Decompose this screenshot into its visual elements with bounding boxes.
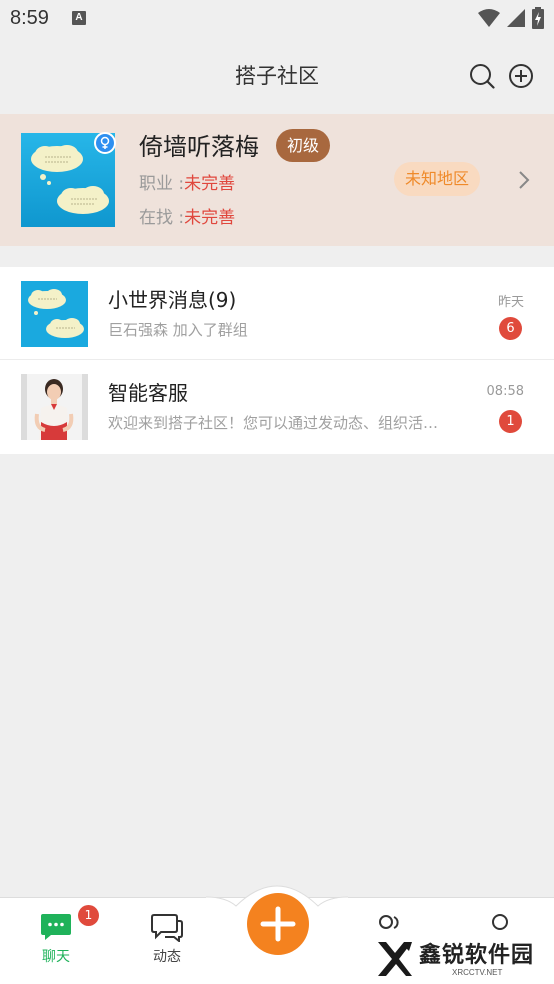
nav-chat-badge: 1 <box>78 905 99 926</box>
seek-line: 在找 :未完善 <box>139 203 235 228</box>
watermark-logo <box>378 942 412 976</box>
service-agent-avatar <box>21 374 88 440</box>
nav-moments-label: 动态 <box>153 949 181 965</box>
watermark-sub: XRCCTV.NET <box>452 968 503 977</box>
wifi-icon <box>478 9 500 27</box>
profile-card[interactable]: 倚墙听落梅 初级 职业 :未完善 在找 :未完善 未知地区 <box>0 114 554 246</box>
nav-moments[interactable]: 动态 <box>137 912 197 966</box>
nav-chat[interactable]: 聊天 <box>26 912 86 966</box>
level-badge: 初级 <box>276 129 331 162</box>
status-bar: 8:59 A <box>0 0 554 38</box>
search-icon[interactable] <box>469 63 495 89</box>
chat-time: 08:58 <box>486 384 524 399</box>
fab-add-button[interactable] <box>247 893 309 955</box>
profile-name: 倚墙听落梅 <box>139 133 259 161</box>
unread-badge: 6 <box>499 317 522 340</box>
chat-title: 智能客服 <box>108 381 188 405</box>
unread-badge: 1 <box>499 410 522 433</box>
job-line: 职业 :未完善 <box>139 169 235 194</box>
chat-title: 小世界消息(9) <box>108 288 237 312</box>
plus-icon <box>260 906 296 942</box>
status-icons <box>478 7 544 29</box>
nav-chat-label: 聊天 <box>42 949 70 965</box>
chat-bubble-icon <box>41 914 71 940</box>
chat-time: 昨天 <box>497 295 524 310</box>
watermark: 鑫锐软件园 XRCCTV.NET <box>353 933 554 984</box>
chat-row-world-messages[interactable]: 小世界消息(9) 巨石强森 加入了群组 昨天 6 <box>0 267 554 360</box>
seek-value: 未完善 <box>184 208 236 228</box>
battery-icon <box>532 7 544 29</box>
chat-preview: 欢迎来到搭子社区！您可以通过发动态、组织活动、加入群组来结识新朋友 <box>108 414 448 432</box>
watermark-text: 鑫锐软件园 <box>419 943 535 968</box>
speech-clouds-avatar <box>21 281 88 347</box>
job-value: 未完善 <box>184 174 236 194</box>
title-bar: 搭子社区 <box>0 38 554 114</box>
plus-circle-icon[interactable] <box>508 63 534 89</box>
chat-preview: 巨石强森 加入了群组 <box>108 321 248 339</box>
chat-row-customer-service[interactable]: 智能客服 欢迎来到搭子社区！您可以通过发动态、组织活动、加入群组来结识新朋友 0… <box>0 360 554 453</box>
chevron-right-icon[interactable] <box>516 169 532 191</box>
female-icon <box>94 132 116 154</box>
seek-label: 在找 : <box>139 208 185 228</box>
signal-icon <box>507 9 525 27</box>
status-time: 8:59 <box>10 7 49 29</box>
notification-icon: A <box>72 11 86 25</box>
region-badge: 未知地区 <box>394 162 481 196</box>
moments-icon <box>151 914 183 942</box>
chat-list: 小世界消息(9) 巨石强森 加入了群组 昨天 6 智能客服 欢迎来到搭子社区！您… <box>0 267 554 454</box>
job-label: 职业 : <box>139 174 185 194</box>
